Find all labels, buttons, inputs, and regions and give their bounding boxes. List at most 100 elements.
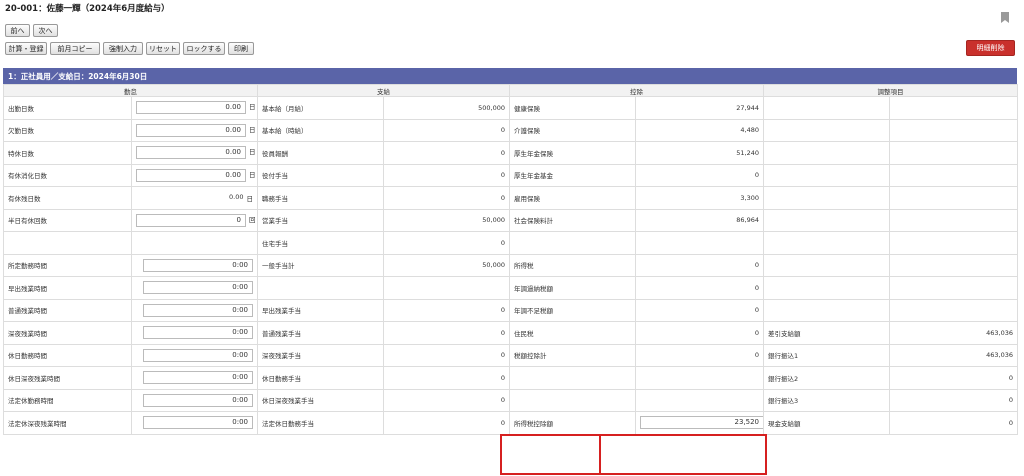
- adjust-label: 銀行振込3: [763, 388, 890, 412]
- deduct-value: 0: [635, 163, 764, 187]
- pay-value: 0: [383, 388, 510, 412]
- table-row: 早出残業時間 0:00 年調過納税額 0: [3, 276, 1018, 300]
- adjust-label: [763, 163, 890, 187]
- prev-button[interactable]: 前へ: [5, 24, 30, 37]
- pay-label: 役員報酬: [257, 141, 384, 165]
- attendance-label: 法定休深夜残業時間: [3, 411, 132, 435]
- attendance-label: 深夜残業時間: [3, 321, 132, 345]
- attendance-input[interactable]: 0:00: [143, 371, 253, 385]
- force-input-button[interactable]: 強制入力: [103, 42, 143, 55]
- attendance-value: 0.00 日: [131, 141, 258, 165]
- pay-label: 一般手当計: [257, 253, 384, 277]
- attendance-input[interactable]: 0.00: [136, 123, 246, 137]
- attendance-input[interactable]: 0: [136, 213, 246, 227]
- attendance-value: 0.00 日: [131, 163, 258, 187]
- pay-value: 0: [383, 141, 510, 165]
- deduct-value: 86,964: [635, 208, 764, 232]
- pay-label: 休日深夜残業手当: [257, 388, 384, 412]
- attendance-input[interactable]: 0:00: [143, 326, 253, 340]
- attendance-input[interactable]: 0:00: [143, 303, 253, 317]
- adjust-value: [889, 208, 1018, 232]
- section-header: 1：正社員用／支給日：2024年6月30日: [3, 68, 1017, 84]
- adjust-value: 0: [889, 411, 1018, 435]
- attendance-value: 0:00: [131, 411, 258, 435]
- deduct-value: 0: [635, 343, 764, 367]
- attendance-label: 法定休勤務時間: [3, 388, 132, 412]
- deduct-value: 23,520: [635, 411, 764, 435]
- unit-label: 日: [249, 148, 256, 157]
- table-row: 半日有休回数 0 回営業手当 50,000 社会保険料計 86,964: [3, 208, 1018, 232]
- attendance-label: 早出残業時間: [3, 276, 132, 300]
- attendance-label: 休日勤務時間: [3, 343, 132, 367]
- pay-label: 深夜残業手当: [257, 343, 384, 367]
- attendance-input[interactable]: 0:00: [143, 281, 253, 295]
- adjust-value: [889, 253, 1018, 277]
- pay-value: 0: [383, 366, 510, 390]
- attendance-label: 普通残業時間: [3, 298, 132, 322]
- pay-label: 基本給（時給）: [257, 118, 384, 142]
- col-adjust: 調整項目: [763, 84, 1018, 97]
- attendance-label: 休日深夜残業時間: [3, 366, 132, 390]
- adjust-label: [763, 276, 890, 300]
- pay-label: 法定休日勤務手当: [257, 411, 384, 435]
- deduct-label: [509, 231, 636, 255]
- deduct-value: [635, 388, 764, 412]
- attendance-input[interactable]: 0:00: [143, 393, 253, 407]
- pay-value: 0: [383, 321, 510, 345]
- table-row: 休日勤務時間 0:00 深夜残業手当 0 税額控除計 0 銀行振込1 463,036: [3, 343, 1018, 367]
- deduct-label: [509, 388, 636, 412]
- bookmark-icon[interactable]: [1001, 12, 1009, 23]
- attendance-label: 出勤日数: [3, 96, 132, 120]
- attendance-value: 0.00 日: [131, 186, 258, 210]
- lock-button[interactable]: ロックする: [183, 42, 225, 55]
- pay-label: 休日勤務手当: [257, 366, 384, 390]
- table-row: 特休日数 0.00 日役員報酬 0 厚生年金保険 51,240: [3, 141, 1018, 165]
- pay-value: 50,000: [383, 253, 510, 277]
- attendance-input[interactable]: 0.00: [136, 146, 246, 160]
- adjust-label: 差引支給額: [763, 321, 890, 345]
- attendance-value: 0.00 日: [131, 118, 258, 142]
- delete-slip-button[interactable]: 明細削除: [966, 40, 1015, 56]
- attendance-input[interactable]: 0:00: [143, 258, 253, 272]
- adjust-value: [889, 163, 1018, 187]
- attendance-value: [131, 231, 258, 255]
- deduct-label: [509, 366, 636, 390]
- copy-previous-button[interactable]: 前月コピー: [50, 42, 100, 55]
- adjust-value: 0: [889, 366, 1018, 390]
- pay-value: [383, 276, 510, 300]
- attendance-value: 0.00 日: [131, 96, 258, 120]
- adjust-label: [763, 208, 890, 232]
- attendance-input[interactable]: 0.00: [136, 168, 246, 182]
- pay-label: 住宅手当: [257, 231, 384, 255]
- deduct-label: 社会保険料計: [509, 208, 636, 232]
- adjust-value: [889, 118, 1018, 142]
- deduct-value: 3,300: [635, 186, 764, 210]
- adjust-value: [889, 298, 1018, 322]
- attendance-label: 有休消化日数: [3, 163, 132, 187]
- pay-value: 0: [383, 118, 510, 142]
- adjust-label: [763, 96, 890, 120]
- deduct-value: 0: [635, 298, 764, 322]
- deduct-label: 厚生年金保険: [509, 141, 636, 165]
- pay-value: 0: [383, 231, 510, 255]
- print-button[interactable]: 印刷: [228, 42, 254, 55]
- next-button[interactable]: 次へ: [33, 24, 58, 37]
- highlight-box: [500, 434, 601, 475]
- pay-label: 営業手当: [257, 208, 384, 232]
- attendance-input[interactable]: 0:00: [143, 348, 253, 362]
- calc-register-button[interactable]: 計算・登録: [5, 42, 47, 55]
- attendance-value-text: 0.00: [229, 192, 244, 201]
- adjust-label: [763, 253, 890, 277]
- reset-button[interactable]: リセット: [146, 42, 180, 55]
- adjust-label: 現金支給額: [763, 411, 890, 435]
- pay-label: 職務手当: [257, 186, 384, 210]
- attendance-input[interactable]: 0.00: [136, 101, 246, 115]
- deduct-label: 健康保険: [509, 96, 636, 120]
- deduct-label: 住民税: [509, 321, 636, 345]
- income-tax-deduction-input[interactable]: 23,520: [640, 416, 763, 430]
- table-row: 所定勤務時間 0:00 一般手当計 50,000 所得税 0: [3, 253, 1018, 277]
- table-row: 有休残日数 0.00 日職務手当 0 雇用保険 3,300: [3, 186, 1018, 210]
- deduct-label: 年調不足税額: [509, 298, 636, 322]
- attendance-input[interactable]: 0:00: [143, 416, 253, 430]
- attendance-label: 特休日数: [3, 141, 132, 165]
